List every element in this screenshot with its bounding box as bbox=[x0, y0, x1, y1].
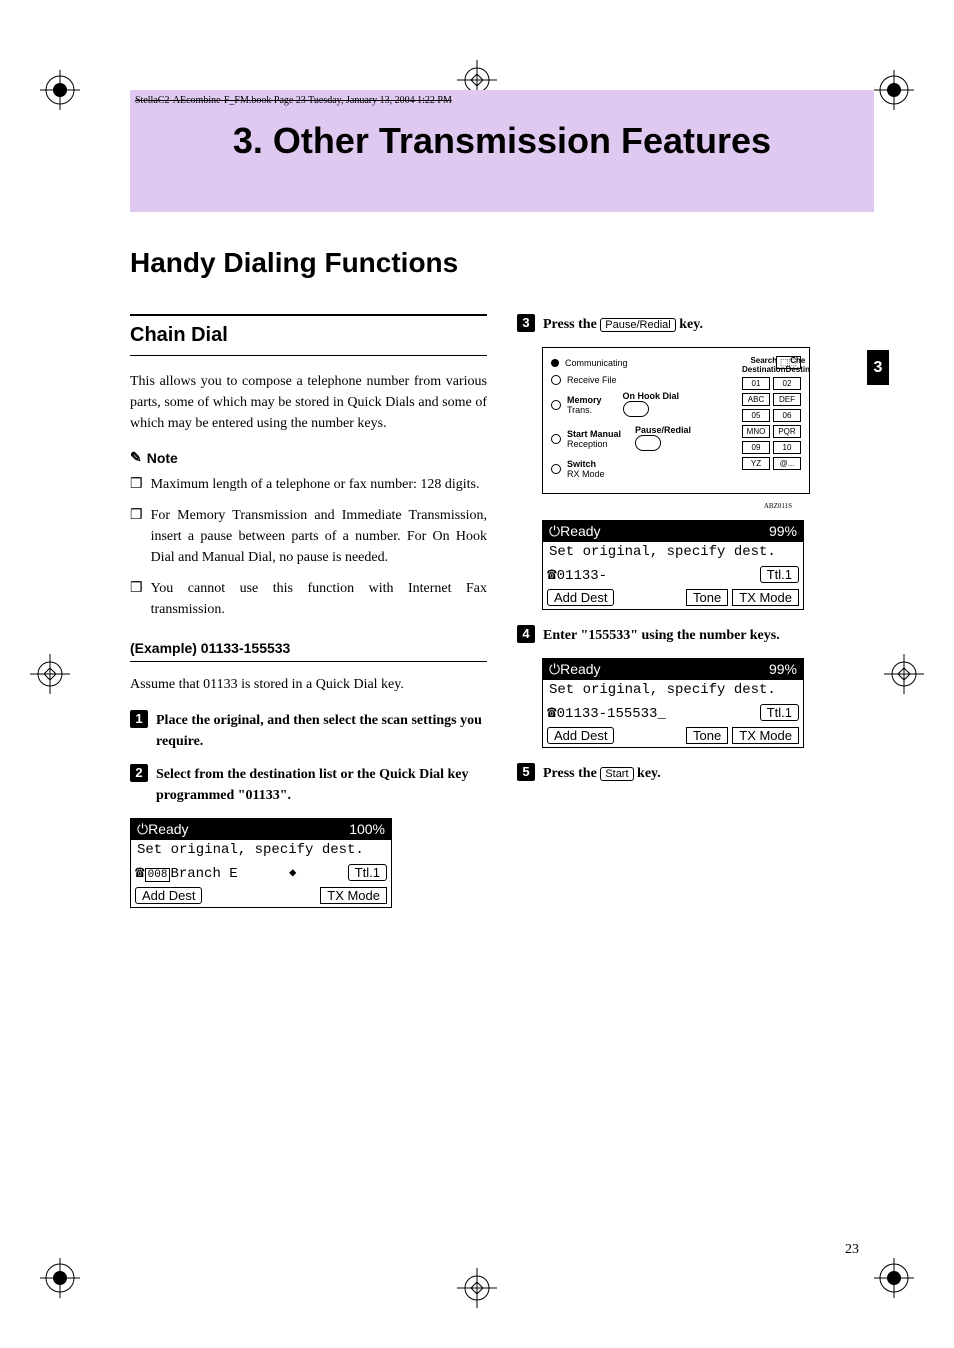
note-label: Note bbox=[147, 450, 178, 466]
section-number-tab: 3 bbox=[867, 350, 889, 385]
pencil-icon: ✎ bbox=[130, 449, 142, 466]
ready-icon: ⏻ bbox=[549, 523, 560, 539]
panel-start-manual: Start ManualReception bbox=[567, 429, 621, 449]
led-icon bbox=[551, 375, 561, 385]
panel-receive-file: Receive File bbox=[567, 375, 617, 385]
lcd3-number: 01133-155533_ bbox=[557, 706, 666, 722]
intro-text: This allows you to compose a telephone n… bbox=[130, 371, 487, 434]
phone-icon: ☎ bbox=[135, 862, 145, 882]
lcd1-line2: Set original, specify dest. bbox=[131, 840, 391, 860]
example-text: Assume that 01133 is stored in a Quick D… bbox=[130, 674, 487, 695]
subsection-title: Chain Dial bbox=[130, 314, 487, 356]
lcd2-add-dest: Add Dest bbox=[547, 589, 614, 606]
lcd2-ttl: Ttl.1 bbox=[760, 566, 799, 583]
lcd1-ttl: Ttl.1 bbox=[348, 864, 387, 881]
lcd3-tx-mode: TX Mode bbox=[732, 727, 799, 744]
start-key-label: Start bbox=[600, 767, 633, 781]
updown-icon: ◆ bbox=[289, 865, 296, 880]
left-column: Chain Dial This allows you to compose a … bbox=[130, 314, 487, 923]
panel-switch-rx: SwitchRX Mode bbox=[567, 459, 605, 479]
led-icon bbox=[551, 359, 559, 367]
note-item-3: ❒You cannot use this function with Inter… bbox=[130, 578, 487, 620]
diagram-reference: ABZ011S bbox=[517, 502, 792, 510]
lcd1-code: 008 bbox=[145, 868, 171, 882]
lcd1-status: Ready bbox=[148, 821, 188, 837]
lcd3-status: Ready bbox=[560, 661, 600, 677]
lcd1-add-dest: Add Dest bbox=[135, 887, 202, 904]
step-number-icon: 3 bbox=[517, 314, 535, 332]
phone-icon: ☎ bbox=[547, 702, 557, 722]
lcd2-line2: Set original, specify dest. bbox=[543, 542, 803, 562]
pause-redial-key-label: Pause/Redial bbox=[600, 318, 675, 332]
on-hook-button bbox=[623, 401, 649, 417]
bullet-icon: ❒ bbox=[130, 474, 143, 495]
step-number-icon: 1 bbox=[130, 710, 148, 728]
panel-communicating: Communicating bbox=[565, 358, 628, 368]
page-number: 23 bbox=[845, 1242, 859, 1258]
step-3-text: Press the Pause/Redial key. bbox=[543, 314, 703, 335]
led-icon bbox=[551, 434, 561, 444]
step-4-text: Enter "155533" using the number keys. bbox=[543, 625, 780, 646]
step-number-icon: 2 bbox=[130, 764, 148, 782]
pause-redial-button bbox=[635, 435, 661, 451]
phone-icon: ☎ bbox=[547, 564, 557, 584]
lcd3-tone: Tone bbox=[686, 727, 728, 744]
section-title: Handy Dialing Functions bbox=[130, 247, 874, 279]
example-header: (Example) 01133-155533 bbox=[130, 640, 487, 662]
step-1-text: Place the original, and then select the … bbox=[156, 710, 487, 752]
step-1: 1 Place the original, and then select th… bbox=[130, 710, 487, 752]
header-note: StellaC2-AEcombine-F_FM.book Page 23 Tue… bbox=[135, 95, 452, 106]
lcd2-percent: 99% bbox=[769, 523, 797, 540]
lcd-display-3: ⏻Ready 99% Set original, specify dest. ☎… bbox=[542, 658, 804, 748]
panel-keypad: SearchDestinationCheDestin 0102 ABCDEF 0… bbox=[742, 356, 801, 470]
ready-icon: ⏻ bbox=[549, 661, 560, 677]
step-2-text: Select from the destination list or the … bbox=[156, 764, 487, 806]
note-item-1: ❒Maximum length of a telephone or fax nu… bbox=[130, 474, 487, 495]
note-item-2: ❒For Memory Transmission and Immediate T… bbox=[130, 505, 487, 568]
step-3: 3 Press the Pause/Redial key. bbox=[517, 314, 874, 335]
step-2: 2 Select from the destination list or th… bbox=[130, 764, 487, 806]
lcd2-tx-mode: TX Mode bbox=[732, 589, 799, 606]
led-icon bbox=[551, 400, 561, 410]
lcd3-add-dest: Add Dest bbox=[547, 727, 614, 744]
step-5: 5 Press the Start key. bbox=[517, 763, 874, 784]
step-number-icon: 5 bbox=[517, 763, 535, 781]
control-panel-diagram: Communicating⬚⬚ Receive File MemoryTrans… bbox=[542, 347, 810, 494]
step-4: 4 Enter "155533" using the number keys. bbox=[517, 625, 874, 646]
lcd-display-2: ⏻Ready 99% Set original, specify dest. ☎… bbox=[542, 520, 804, 610]
led-icon bbox=[551, 464, 561, 474]
lcd3-line2: Set original, specify dest. bbox=[543, 680, 803, 700]
step-5-text: Press the Start key. bbox=[543, 763, 661, 784]
note-header: ✎ Note bbox=[130, 449, 487, 466]
bullet-icon: ❒ bbox=[130, 505, 143, 568]
chapter-title: 3. Other Transmission Features bbox=[130, 90, 874, 212]
lcd2-tone: Tone bbox=[686, 589, 728, 606]
lcd1-tx-mode: TX Mode bbox=[320, 887, 387, 904]
ready-icon: ⏻ bbox=[137, 821, 148, 837]
bullet-icon: ❒ bbox=[130, 578, 143, 620]
lcd3-percent: 99% bbox=[769, 661, 797, 678]
right-column: 3 Press the Pause/Redial key. Communicat… bbox=[517, 314, 874, 923]
panel-memory: MemoryTrans. bbox=[567, 395, 602, 415]
lcd1-branch: Branch E bbox=[170, 866, 237, 882]
step-number-icon: 4 bbox=[517, 625, 535, 643]
lcd1-percent: 100% bbox=[349, 821, 385, 838]
lcd2-number: 01133- bbox=[557, 568, 607, 584]
lcd2-status: Ready bbox=[560, 523, 600, 539]
lcd3-ttl: Ttl.1 bbox=[760, 704, 799, 721]
lcd-display-1: ⏻Ready 100% Set original, specify dest. … bbox=[130, 818, 392, 908]
